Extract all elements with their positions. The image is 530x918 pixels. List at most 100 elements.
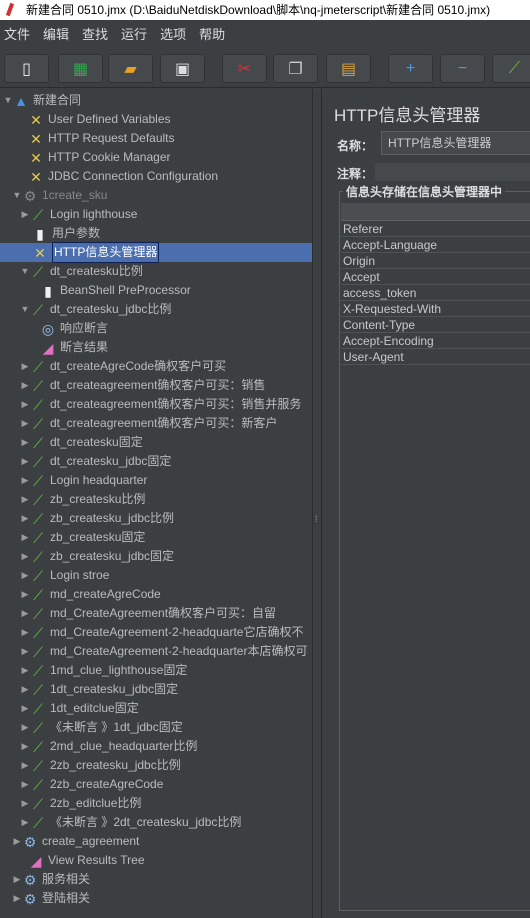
new-button[interactable]: ▯ bbox=[4, 54, 49, 83]
expand-arrow-right-icon[interactable]: ▶ bbox=[12, 889, 22, 908]
expand-arrow-right-icon[interactable]: ▶ bbox=[20, 376, 30, 395]
expand-arrow-right-icon[interactable]: ▶ bbox=[20, 756, 30, 775]
tree-node[interactable]: ▶ ⚙ 服务相关 bbox=[12, 870, 90, 889]
menu-item[interactable]: 编辑 bbox=[43, 24, 69, 43]
tree-node[interactable]: ▶ ⚙ 登陆相关 bbox=[12, 889, 90, 908]
header-row[interactable]: Origin bbox=[341, 253, 530, 269]
tree-node[interactable]: ▼ ⚙ 1create_sku bbox=[12, 186, 108, 205]
save-button[interactable]: ▣ bbox=[160, 54, 205, 83]
cut-button[interactable]: ✂ bbox=[222, 54, 267, 83]
expand-arrow-right-icon[interactable]: ▶ bbox=[20, 585, 30, 604]
tree-node[interactable]: ▶ ⟋ md_CreateAgreement确权客户可买：自留 bbox=[20, 604, 277, 623]
tree-node[interactable]: ▶ ⟋ md_CreateAgreement-2-headquarter本店确权可 bbox=[20, 642, 308, 661]
tree-node[interactable]: ▶ ⟋ zb_createsku比例 bbox=[20, 490, 146, 509]
expand-arrow-down-icon[interactable]: ▼ bbox=[12, 186, 22, 205]
open-button[interactable]: ▰ bbox=[108, 54, 153, 83]
toggle-button[interactable]: ⟋ bbox=[492, 54, 530, 83]
tree-node[interactable]: ▶ ⟋ 2zb_createsku_jdbc比例 bbox=[20, 756, 181, 775]
tree-node[interactable]: ▼ ⟋ dt_createsku比例 bbox=[20, 262, 143, 281]
tree-node[interactable]: ▶ ⟋ 1dt_editclue固定 bbox=[20, 699, 139, 718]
tree-node[interactable]: ▼ ⟋ dt_createsku_jdbc比例 bbox=[20, 300, 172, 319]
menu-item[interactable]: 帮助 bbox=[199, 24, 225, 43]
tree-node[interactable]: ✕ JDBC Connection Configuration bbox=[12, 167, 218, 186]
tree-node[interactable]: ▶ ⟋ Login lighthouse bbox=[20, 205, 138, 224]
expand-arrow-right-icon[interactable]: ▶ bbox=[12, 832, 22, 851]
header-row[interactable]: Accept bbox=[341, 269, 530, 285]
expand-arrow-right-icon[interactable]: ▶ bbox=[20, 452, 30, 471]
tree-node[interactable]: ▶ ⟋ Login stroe bbox=[20, 566, 110, 585]
tree-node[interactable]: ✕ HTTP Request Defaults bbox=[12, 129, 174, 148]
header-row[interactable]: Accept-Language bbox=[341, 237, 530, 253]
expand-arrow-right-icon[interactable]: ▶ bbox=[20, 509, 30, 528]
divider-grip-icon[interactable]: ⁞ bbox=[315, 514, 318, 524]
tree-node[interactable]: ▶ ⟋ 2zb_editclue比例 bbox=[20, 794, 142, 813]
menu-item[interactable]: 运行 bbox=[121, 24, 147, 43]
tree-node[interactable]: ✕ HTTP信息头管理器 bbox=[0, 242, 312, 263]
tree-node[interactable]: ▼ ▲ 新建合同 bbox=[3, 91, 81, 110]
tree-node[interactable]: ✕ HTTP Cookie Manager bbox=[12, 148, 170, 167]
expand-arrow-right-icon[interactable]: ▶ bbox=[20, 699, 30, 718]
expand-button[interactable]: + bbox=[388, 54, 433, 83]
tree-node[interactable]: ✕ User Defined Variables bbox=[12, 110, 170, 129]
tree-node[interactable]: ◎ 响应断言 bbox=[28, 319, 108, 338]
expand-arrow-right-icon[interactable]: ▶ bbox=[20, 623, 30, 642]
expand-arrow-right-icon[interactable]: ▶ bbox=[20, 528, 30, 547]
tree-node[interactable]: ▶ ⟋ 2md_clue_headquarter比例 bbox=[20, 737, 198, 756]
expand-arrow-right-icon[interactable]: ▶ bbox=[20, 680, 30, 699]
expand-arrow-right-icon[interactable]: ▶ bbox=[20, 566, 30, 585]
expand-arrow-right-icon[interactable]: ▶ bbox=[20, 357, 30, 376]
expand-arrow-right-icon[interactable]: ▶ bbox=[20, 813, 30, 832]
tree-node[interactable]: ▶ ⟋ md_createAgreCode bbox=[20, 585, 161, 604]
expand-arrow-right-icon[interactable]: ▶ bbox=[20, 794, 30, 813]
templates-button[interactable]: ▦ bbox=[58, 54, 103, 83]
expand-arrow-right-icon[interactable]: ▶ bbox=[20, 205, 30, 224]
tree-node[interactable]: ▶ ⟋ 1md_clue_lighthouse固定 bbox=[20, 661, 188, 680]
menu-item[interactable]: 查找 bbox=[82, 24, 108, 43]
header-row[interactable]: Referer bbox=[341, 221, 530, 237]
tree-node[interactable]: ▶ ⟋ dt_createagreement确权客户可买：销售并服务 bbox=[20, 395, 302, 414]
expand-arrow-down-icon[interactable]: ▼ bbox=[20, 262, 30, 281]
tree-node[interactable]: ▶ ⟋ Login headquarter bbox=[20, 471, 148, 490]
header-row[interactable]: X-Requested-With bbox=[341, 301, 530, 317]
expand-arrow-right-icon[interactable]: ▶ bbox=[20, 604, 30, 623]
tree-node[interactable]: ▶ ⟋ 《未断言 》2dt_createsku_jdbc比例 bbox=[20, 813, 242, 832]
expand-arrow-right-icon[interactable]: ▶ bbox=[20, 737, 30, 756]
tree-node[interactable]: ▶ ⟋ dt_createagreement确权客户可买：销售 bbox=[20, 376, 266, 395]
tree-node[interactable]: ▶ ⟋ dt_createsku_jdbc固定 bbox=[20, 452, 172, 471]
expand-arrow-right-icon[interactable]: ▶ bbox=[20, 414, 30, 433]
tree-node[interactable]: ▶ ⟋ dt_createAgreCode确权客户可买 bbox=[20, 357, 227, 376]
menu-item[interactable]: 文件 bbox=[4, 24, 30, 43]
tree-node[interactable]: ▶ ⟋ 1dt_createsku_jdbc固定 bbox=[20, 680, 179, 699]
tree-node[interactable]: ▶ ⟋ 2zb_createAgreCode bbox=[20, 775, 164, 794]
header-row[interactable]: Accept-Encoding bbox=[341, 333, 530, 349]
expand-arrow-right-icon[interactable]: ▶ bbox=[20, 642, 30, 661]
copy-button[interactable]: ❐ bbox=[273, 54, 318, 83]
expand-arrow-right-icon[interactable]: ▶ bbox=[20, 433, 30, 452]
expand-arrow-right-icon[interactable]: ▶ bbox=[12, 870, 22, 889]
tree-node[interactable]: ▶ ⟋ 《未断言 》1dt_jdbc固定 bbox=[20, 718, 183, 737]
tree-node[interactable]: ▮ BeanShell PreProcessor bbox=[28, 281, 191, 300]
expand-arrow-right-icon[interactable]: ▶ bbox=[20, 395, 30, 414]
expand-arrow-right-icon[interactable]: ▶ bbox=[20, 718, 30, 737]
tree-node[interactable]: ▶ ⚙ create_agreement bbox=[12, 832, 140, 851]
tree-node[interactable]: ▶ ⟋ dt_createagreement确权客户可买：新客户 bbox=[20, 414, 278, 433]
collapse-button[interactable]: − bbox=[440, 54, 485, 83]
expand-arrow-down-icon[interactable]: ▼ bbox=[3, 91, 13, 110]
test-plan-tree[interactable]: ▼ ▲ 新建合同 ✕ User Defined Variables ✕ HTTP Reque… bbox=[0, 89, 312, 918]
menu-item[interactable]: 选项 bbox=[160, 24, 186, 43]
comment-input[interactable] bbox=[375, 163, 530, 181]
expand-arrow-right-icon[interactable]: ▶ bbox=[20, 471, 30, 490]
tree-node[interactable]: ▶ ⟋ zb_createsku固定 bbox=[20, 528, 146, 547]
tree-node[interactable]: ◢ 断言结果 bbox=[28, 338, 108, 357]
name-input[interactable]: HTTP信息头管理器 bbox=[381, 131, 530, 155]
tree-node[interactable]: ▶ ⟋ dt_createsku固定 bbox=[20, 433, 143, 452]
tree-node[interactable]: ▶ ⟋ zb_createsku_jdbc比例 bbox=[20, 509, 175, 528]
header-row[interactable]: User-Agent bbox=[341, 349, 530, 365]
expand-arrow-right-icon[interactable]: ▶ bbox=[20, 547, 30, 566]
expand-arrow-down-icon[interactable]: ▼ bbox=[20, 300, 30, 319]
tree-node[interactable]: ▶ ⟋ md_CreateAgreement-2-headquarte它店确权不 bbox=[20, 623, 304, 642]
tree-node[interactable]: ▮ 用户参数 bbox=[20, 224, 100, 243]
split-pane-divider[interactable]: ⁞ bbox=[312, 89, 322, 918]
expand-arrow-right-icon[interactable]: ▶ bbox=[20, 490, 30, 509]
header-row[interactable]: access_token bbox=[341, 285, 530, 301]
